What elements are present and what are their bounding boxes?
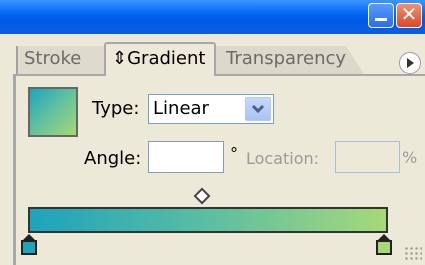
stop-color-box bbox=[376, 240, 392, 255]
chevron-down-icon bbox=[251, 104, 265, 114]
location-label: Location: bbox=[246, 149, 320, 168]
gradient-midpoint-handle[interactable] bbox=[193, 187, 211, 205]
percent-symbol: % bbox=[402, 148, 418, 167]
panel-menu-button[interactable] bbox=[399, 52, 421, 74]
tab-transparency[interactable]: Transparency bbox=[214, 46, 364, 74]
gradient-stop-end[interactable] bbox=[376, 234, 392, 255]
angle-input[interactable] bbox=[148, 141, 224, 173]
tab-stroke-label: Stroke bbox=[24, 48, 82, 69]
type-select-value: Linear bbox=[153, 98, 209, 119]
panel-left-border bbox=[13, 74, 16, 265]
tab-divider bbox=[16, 74, 425, 76]
angle-label: Angle: bbox=[84, 148, 142, 169]
tab-gradient[interactable]: ⇕Gradient bbox=[104, 42, 216, 76]
gradient-swatch[interactable] bbox=[28, 87, 78, 137]
type-select[interactable]: Linear bbox=[148, 94, 274, 124]
resize-grip-icon[interactable] bbox=[404, 246, 422, 262]
stop-color-box bbox=[21, 240, 37, 255]
tab-stroke[interactable]: Stroke bbox=[16, 46, 110, 74]
play-arrow-icon bbox=[407, 58, 414, 68]
dropdown-button[interactable] bbox=[245, 97, 271, 121]
close-icon: ✕ bbox=[400, 2, 418, 26]
gradient-stop-start[interactable] bbox=[21, 234, 37, 255]
gradient-slider-bar[interactable] bbox=[28, 207, 388, 233]
tab-transparency-label: Transparency bbox=[226, 48, 347, 69]
minimize-icon bbox=[375, 18, 387, 21]
close-button[interactable]: ✕ bbox=[396, 2, 422, 28]
minimize-button[interactable] bbox=[368, 3, 394, 28]
updown-arrows-icon: ⇕ bbox=[112, 48, 128, 69]
tab-gradient-label: Gradient bbox=[127, 48, 206, 69]
title-bar[interactable]: ✕ bbox=[0, 0, 425, 34]
gradient-panel: ✕ Stroke Transparency ⇕Gradient Type: Li… bbox=[0, 0, 425, 265]
location-input[interactable] bbox=[335, 141, 400, 173]
degree-symbol: ° bbox=[230, 144, 238, 163]
type-label: Type: bbox=[92, 98, 140, 119]
